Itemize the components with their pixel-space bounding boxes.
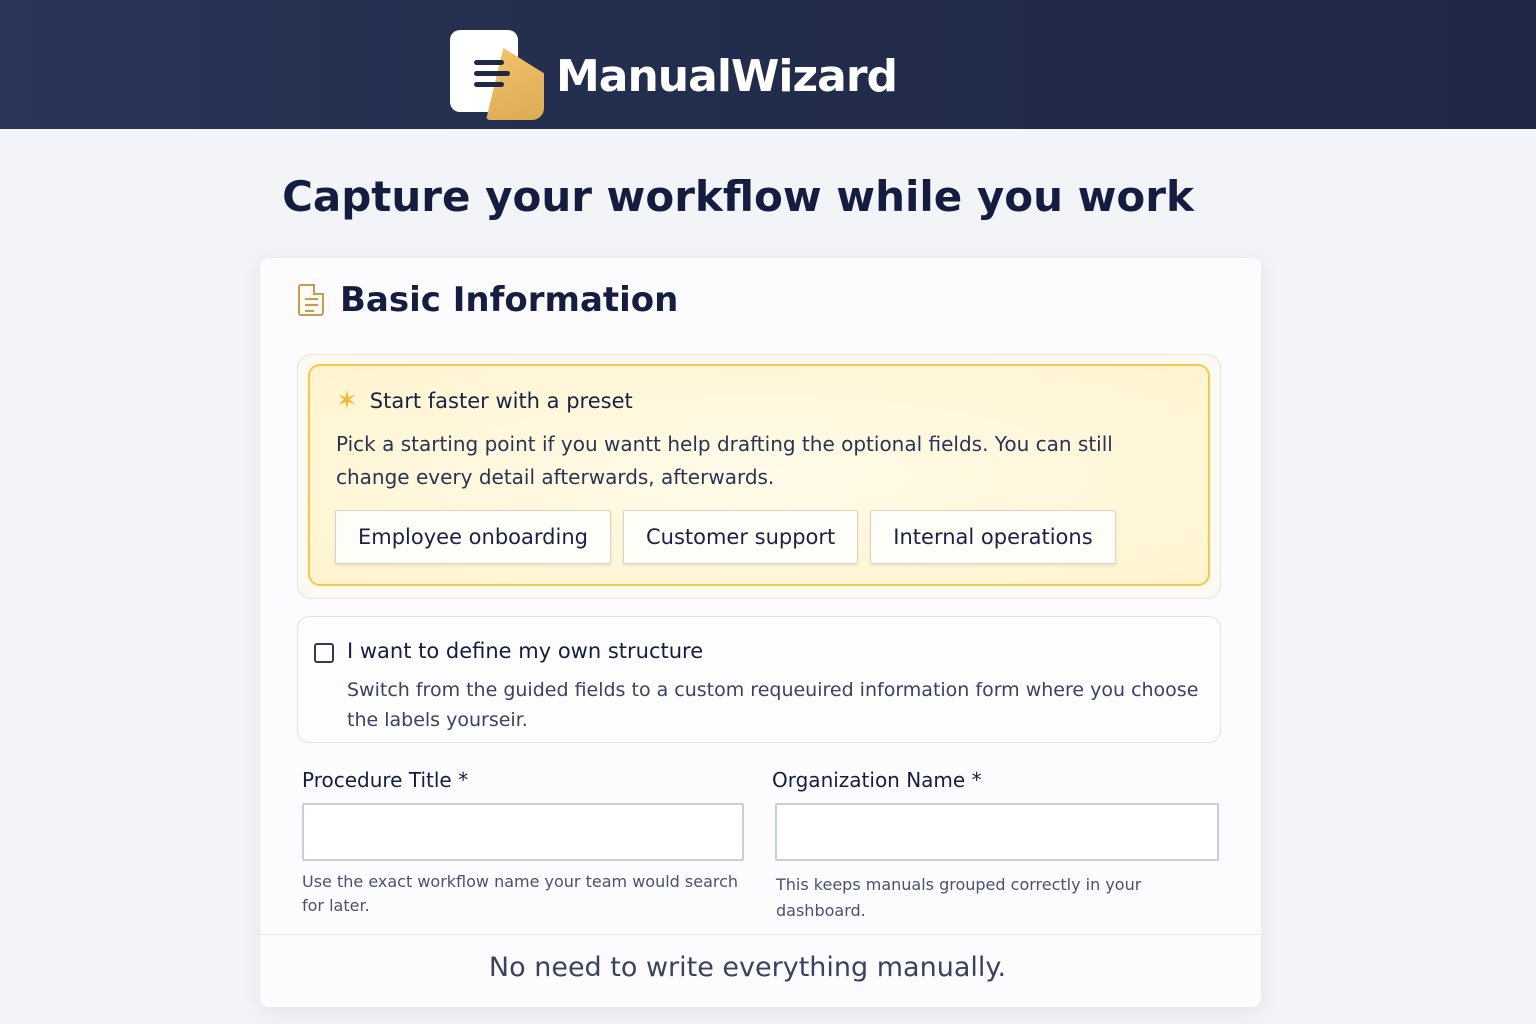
preset-header: ✶ Start faster with a preset (336, 386, 633, 416)
app-header: ManualWizard (0, 0, 1536, 129)
preset-title: Start faster with a preset (369, 389, 633, 413)
sparkle-icon: ✶ (336, 386, 358, 416)
basic-information-card: Basic Information ✶ Start faster with a … (260, 258, 1261, 1007)
custom-structure-description: Switch from the guided fields to a custo… (347, 679, 1199, 731)
app-name: ManualWizard (556, 50, 898, 102)
procedure-title-label: Procedure Title * (302, 768, 469, 792)
section-title: Basic Information (340, 280, 679, 320)
custom-structure-checkbox[interactable] (314, 643, 334, 663)
preset-options: Employee onboarding Customer support Int… (335, 510, 1128, 564)
app-logo[interactable]: ManualWizard (450, 30, 898, 122)
preset-customer-support-button[interactable]: Customer support (622, 510, 859, 564)
organization-name-input[interactable] (775, 803, 1219, 861)
section-header: Basic Information (298, 280, 678, 320)
preset-internal-operations-button[interactable]: Internal operations (870, 510, 1116, 564)
document-icon (298, 284, 324, 316)
preset-employee-onboarding-button[interactable]: Employee onboarding (335, 510, 611, 564)
footer-note: No need to write everything manually. (488, 952, 1007, 983)
preset-panel-inner: ✶ Start faster with a preset Pick a star… (308, 364, 1210, 586)
custom-structure-option[interactable]: I want to define my own structure Switch… (297, 616, 1221, 743)
organization-name-help: This keeps manuals grouped correctly in … (776, 875, 1142, 920)
procedure-title-help: Use the exact workflow name your team wo… (302, 872, 739, 915)
organization-name-label: Organization Name * (772, 768, 982, 792)
divider (260, 934, 1261, 935)
preset-panel: ✶ Start faster with a preset Pick a star… (297, 354, 1221, 599)
custom-structure-label[interactable]: I want to define my own structure (347, 639, 703, 663)
preset-description: Pick a starting point if you wantt help … (336, 432, 1113, 489)
manual-document-icon (450, 30, 546, 122)
procedure-title-input[interactable] (302, 803, 744, 861)
page-title: Capture your workflow while you work (282, 172, 1194, 221)
